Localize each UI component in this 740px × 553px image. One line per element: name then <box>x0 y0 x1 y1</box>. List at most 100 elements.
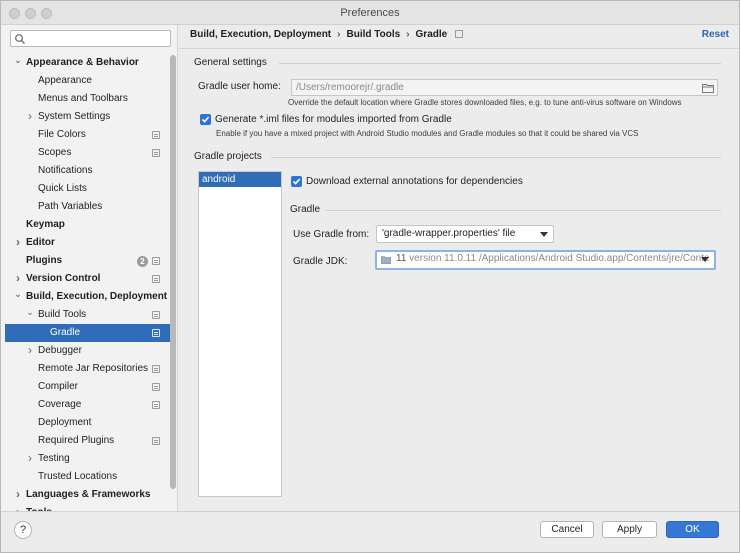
chevron-right-icon[interactable]: › <box>13 504 23 511</box>
gradle-projects-list[interactable]: android <box>198 171 282 497</box>
chevron-right-icon[interactable]: › <box>25 450 35 467</box>
project-scope-icon <box>152 149 160 157</box>
sidebar-item-coverage[interactable]: Coverage <box>1 396 171 414</box>
chevron-down-icon[interactable]: ⌄ <box>25 306 35 319</box>
sidebar-item-scopes[interactable]: Scopes <box>1 144 171 162</box>
sidebar-item-compiler[interactable]: Compiler <box>1 378 171 396</box>
sidebar-item-build-execution-deployment[interactable]: ⌄ Build, Execution, Deployment <box>1 288 171 306</box>
gradle-projects-title: Gradle projects <box>194 151 262 162</box>
breadcrumb-item[interactable]: Build, Execution, Deployment <box>190 29 331 40</box>
use-gradle-from-dropdown[interactable]: 'gradle-wrapper.properties' file <box>376 225 554 243</box>
gradle-jdk-version: 11 <box>396 253 407 264</box>
search-input[interactable] <box>29 32 167 45</box>
download-annotations-label[interactable]: Download external annotations for depend… <box>306 176 523 187</box>
sidebar-item-label: Editor <box>26 237 55 248</box>
chevron-right-icon[interactable]: › <box>25 342 35 359</box>
sidebar-item-system-settings[interactable]: › System Settings <box>1 108 171 126</box>
sidebar-item-trusted-locations[interactable]: Trusted Locations <box>1 468 171 486</box>
sidebar-item-label: Menus and Toolbars <box>38 93 128 104</box>
sidebar-item-file-colors[interactable]: File Colors <box>1 126 171 144</box>
sidebar-item-path-variables[interactable]: Path Variables <box>1 198 171 216</box>
preferences-window: Preferences ⌄ Appearance & Behavior Appear… <box>0 0 740 553</box>
sidebar-item-build-tools[interactable]: ⌄ Build Tools <box>1 306 171 324</box>
checkmark-icon <box>292 178 301 185</box>
project-scope-icon <box>152 401 160 409</box>
sidebar-item-appearance[interactable]: Appearance <box>1 72 171 90</box>
sidebar-item-languages-frameworks[interactable]: › Languages & Frameworks <box>1 486 171 504</box>
breadcrumb-item: Gradle <box>415 29 448 40</box>
sidebar-item-label: System Settings <box>38 111 111 122</box>
download-annotations-checkbox[interactable] <box>291 176 302 187</box>
sidebar-item-label: Trusted Locations <box>38 471 118 482</box>
sidebar-item-required-plugins[interactable]: Required Plugins <box>1 432 171 450</box>
sidebar-item-quick-lists[interactable]: Quick Lists <box>1 180 171 198</box>
project-scope-icon <box>152 383 160 391</box>
sidebar-item-editor[interactable]: › Editor <box>1 234 171 252</box>
sidebar-item-notifications[interactable]: Notifications <box>1 162 171 180</box>
chevron-right-icon[interactable]: › <box>13 486 23 503</box>
sidebar-item-label: Scopes <box>38 147 72 158</box>
sidebar-item-label: Build Tools <box>38 309 87 320</box>
project-scope-icon <box>152 311 160 319</box>
chevron-right-icon[interactable]: › <box>13 234 23 251</box>
chevron-right-icon[interactable]: › <box>25 108 35 125</box>
sidebar-item-gradle[interactable]: Gradle <box>5 324 171 342</box>
project-scope-icon <box>152 437 160 445</box>
reset-link[interactable]: Reset <box>702 29 729 40</box>
search-box[interactable] <box>10 30 171 47</box>
gradle-settings-panel: Build, Execution, Deployment › Build Tools… <box>179 25 739 511</box>
cancel-button[interactable]: Cancel <box>540 521 594 538</box>
gradle-jdk-label: Gradle JDK: <box>293 256 348 267</box>
generate-iml-checkbox[interactable] <box>200 114 211 125</box>
project-item-android[interactable]: android <box>199 172 281 187</box>
chevron-down-icon[interactable]: ⌄ <box>13 54 23 67</box>
generate-iml-hint: Enable if you have a mixed project with … <box>216 129 639 138</box>
folder-icon <box>381 256 391 264</box>
sidebar-item-debugger[interactable]: › Debugger <box>1 342 171 360</box>
sidebar-item-label: Testing <box>38 453 70 464</box>
breadcrumb-item[interactable]: Build Tools <box>346 29 400 40</box>
sidebar-item-label: Gradle <box>50 327 81 338</box>
sidebar-item-keymap[interactable]: Keymap <box>1 216 171 234</box>
help-button[interactable]: ? <box>14 521 32 539</box>
sidebar-item-label: Version Control <box>26 273 101 284</box>
gradle-jdk-dropdown[interactable]: 11 version 11.0.11 /Applications/Android… <box>375 250 716 270</box>
sidebar-item-label: File Colors <box>38 129 86 140</box>
sidebar-item-plugins[interactable]: Plugins 2 <box>1 252 171 270</box>
settings-sidebar: ⌄ Appearance & Behavior Appearance Menus an… <box>1 25 178 511</box>
generate-iml-label[interactable]: Generate *.iml files for modules importe… <box>215 114 452 125</box>
sidebar-item-label: Keymap <box>26 219 65 230</box>
sidebar-item-menus-and-toolbars[interactable]: Menus and Toolbars <box>1 90 171 108</box>
gradle-user-home-value: /Users/remoorejr/.gradle <box>296 82 404 93</box>
settings-tree: ⌄ Appearance & Behavior Appearance Menus an… <box>1 54 171 511</box>
chevron-down-icon[interactable]: ⌄ <box>13 288 23 301</box>
sidebar-item-tools[interactable]: ›Tools <box>1 504 171 511</box>
sidebar-item-label: Coverage <box>38 399 82 410</box>
header-divider <box>179 48 739 49</box>
sidebar-item-label: Appearance & Behavior <box>26 57 139 68</box>
sidebar-item-testing[interactable]: › Testing <box>1 450 171 468</box>
sidebar-item-remote-jar-repositories[interactable]: Remote Jar Repositories <box>1 360 171 378</box>
window-title: Preferences <box>340 7 400 19</box>
gradle-user-home-hint: Override the default location where Grad… <box>288 98 682 107</box>
ok-button[interactable]: OK <box>666 521 719 538</box>
gradle-user-home-field[interactable]: /Users/remoorejr/.gradle <box>291 79 718 96</box>
chevron-right-icon[interactable]: › <box>13 270 23 287</box>
apply-button[interactable]: Apply <box>602 521 657 538</box>
section-divider <box>279 63 721 64</box>
sidebar-item-label: Deployment <box>38 417 92 428</box>
sidebar-scrollbar[interactable] <box>170 55 176 489</box>
chevron-down-icon <box>540 232 548 237</box>
gradle-section-title: Gradle <box>290 204 321 215</box>
update-count-badge: 2 <box>137 256 148 267</box>
sidebar-item-label: Required Plugins <box>38 435 115 446</box>
sidebar-item-appearance-behavior[interactable]: ⌄ Appearance & Behavior <box>1 54 171 72</box>
dialog-footer: ? Cancel Apply OK <box>1 511 739 552</box>
breadcrumb: Build, Execution, Deployment › Build Tools… <box>190 29 464 40</box>
general-settings-title: General settings <box>194 57 267 68</box>
folder-icon[interactable] <box>702 83 714 93</box>
sidebar-item-version-control[interactable]: › Version Control <box>1 270 171 288</box>
sidebar-item-deployment[interactable]: Deployment <box>1 414 171 432</box>
sidebar-item-label: Path Variables <box>38 201 103 212</box>
project-scope-icon <box>152 329 160 337</box>
